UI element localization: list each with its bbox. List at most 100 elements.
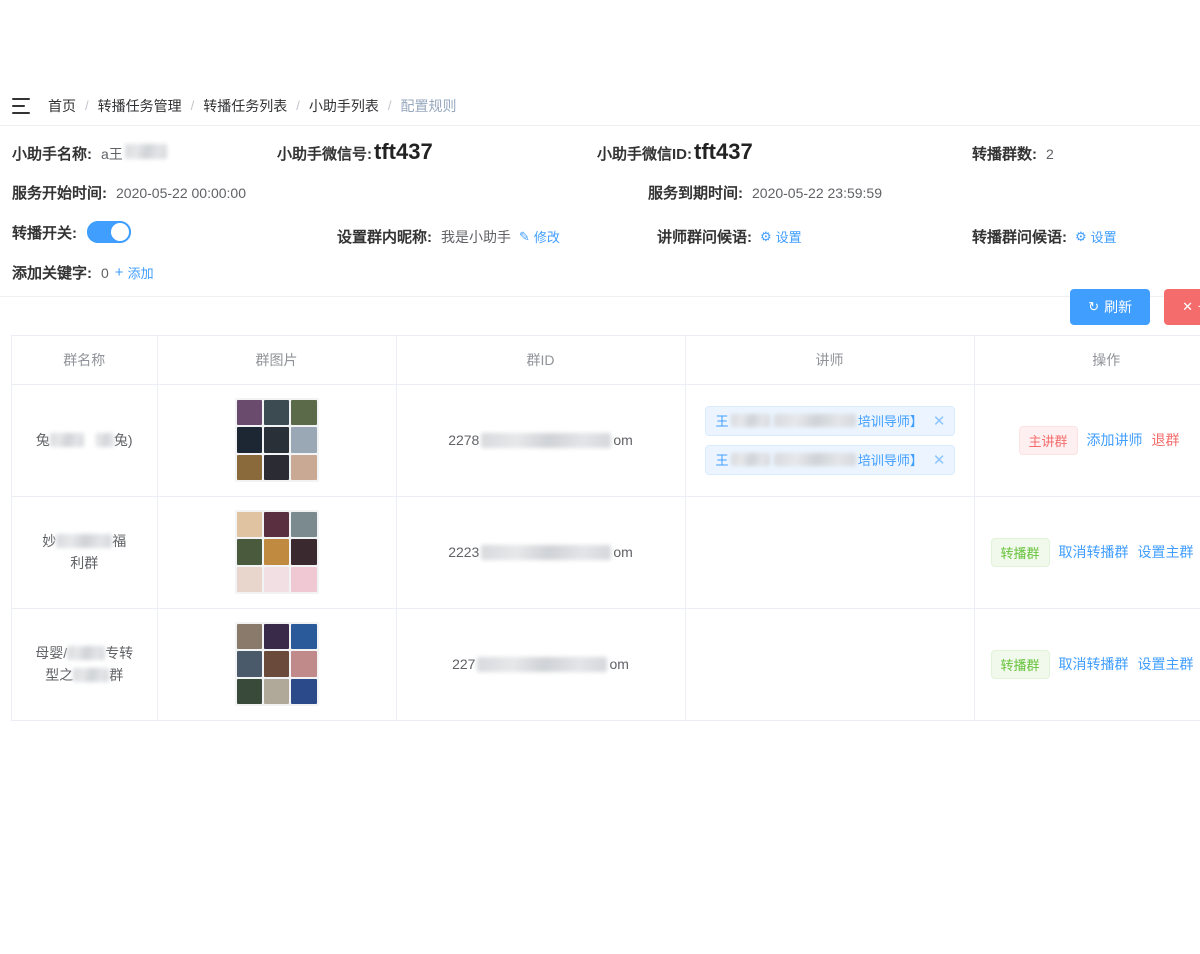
group-name-part: 利群 [70,555,99,571]
table-row: 母婴/专转 型之群 227 om 转播群 取消转播群 设置主群 [12,608,1200,721]
cell-group-name: 兔 兔) [12,384,158,497]
lecturer-tag[interactable]: 王 培训导师】 ✕ [704,405,955,436]
relay-greeting-setting-link[interactable]: 设置 [1091,227,1117,246]
cell-group-image [157,384,397,497]
group-id-suffix: om [613,432,633,448]
operations-group: 转播群 取消转播群 设置主群 [981,649,1200,679]
groups-table-wrapper: 群名称 群图片 群ID 讲师 操作 兔兔) 2278 om 王 培训导师】 ✕ … [11,335,1200,721]
group-avatar-grid [234,622,319,706]
cell-group-name: 母婴/专转 型之 群 [12,608,158,721]
set-main-group-link[interactable]: 设置主群 [1138,654,1194,674]
table-row: 妙福利群 2223 om 转播群 取消转播群 设置主群 [12,496,1200,609]
lecturer-tag-suffix: 培训导师】 [857,414,923,429]
add-lecturer-link[interactable]: 添加讲师 [1087,430,1143,450]
toolbar-actions: ↻ 刷新 ✕ 一键退 [1070,289,1200,325]
group-name-part: 型之 [45,667,74,683]
breadcrumb-separator: / [296,98,300,113]
group-avatar-grid [234,510,319,594]
breadcrumb: 首页 / 转播任务管理 / 转播任务列表 / 小助手列表 / 配置规则 [0,86,1200,126]
add-keyword-link[interactable]: 添加 [128,263,154,282]
set-main-group-link[interactable]: 设置主群 [1138,542,1194,562]
info-row-3: 转播开关: 设置群内昵称: 我是小助手 ✎ 修改 讲师群问候语: ⚙ 设置 转播… [12,220,1188,260]
wechat-number-label: 小助手微信号: [277,146,372,163]
breadcrumb-item-home[interactable]: 首页 [48,96,76,116]
field-service-end: 服务到期时间: 2020-05-22 23:59:59 [648,182,882,203]
gear-icon[interactable]: ⚙ [1075,229,1087,245]
cancel-relay-group-link[interactable]: 取消转播群 [1059,654,1129,674]
redacted-text [773,453,856,466]
wechat-number-value: tft437 [374,139,433,164]
group-name-part: 福 [112,533,127,549]
field-group-nickname: 设置群内昵称: 我是小助手 ✎ 修改 [337,226,560,247]
service-end-value: 2020-05-22 23:59:59 [752,185,882,201]
service-end-label: 服务到期时间: [648,185,743,202]
field-keywords: 添加关键字: 0 + 添加 [12,262,154,283]
leave-group-link[interactable]: 退群 [1152,430,1180,450]
lecturer-greeting-setting-link[interactable]: 设置 [776,227,802,246]
lecturer-tag[interactable]: 王 培训导师】 ✕ [704,444,955,475]
close-icon[interactable]: ✕ [933,412,946,430]
field-assistant-name: 小助手名称: a王 [12,143,167,164]
gear-icon[interactable]: ⚙ [760,229,772,245]
lecturer-greeting-label: 讲师群问候语: [657,229,752,246]
group-name-part: 兔 [35,432,50,448]
pencil-icon[interactable]: ✎ [519,229,530,245]
refresh-button-label: 刷新 [1104,299,1133,315]
field-service-start: 服务开始时间: 2020-05-22 00:00:00 [12,182,246,203]
group-name-part: 兔) [113,432,133,448]
relay-switch-toggle[interactable] [87,221,131,243]
assistant-info-panel: 小助手名称: a王 小助手微信号: tft437 小助手微信ID: tft437… [0,128,1200,297]
cell-group-image [157,496,397,609]
status-badge: 主讲群 [1018,425,1078,455]
lecturer-tag-list: 王培训导师】 ✕ 王培训导师】 ✕ [692,405,968,475]
column-header-lecturer: 讲师 [685,336,975,385]
group-nickname-label: 设置群内昵称: [337,229,432,246]
table-body: 兔 兔) 2278 om 王 培训导师】 ✕ 王 培训导师】 ✕ 主讲群 添加讲师… [12,384,1200,721]
group-id-suffix: om [613,544,633,560]
refresh-button[interactable]: ↻ 刷新 [1070,289,1151,325]
redacted-text [67,646,106,660]
cell-group-id: 2223 om [396,496,686,609]
assistant-name-value: a王 [101,146,123,162]
lecturer-tag-suffix: 培训导师】 [857,453,923,468]
breadcrumb-separator: / [190,98,195,113]
group-id-text: 2278 om [448,432,633,448]
breadcrumb-item-task-list[interactable]: 转播任务列表 [203,96,287,116]
group-id-text: 227 om [452,656,629,672]
column-header-group-image: 群图片 [157,336,397,385]
group-name-text: 兔 兔) [18,429,151,451]
service-start-label: 服务开始时间: [12,185,107,202]
close-x-icon: ✕ [1182,299,1193,314]
cell-group-id: 2278 om [396,384,686,497]
one-click-exit-button[interactable]: ✕ 一键退 [1164,289,1200,325]
redacted-text [49,433,84,447]
groups-table: 群名称 群图片 群ID 讲师 操作 兔兔) 2278 om 王 培训导师】 ✕ … [12,336,1200,721]
redacted-text [73,668,110,682]
redacted-group-id [481,544,612,560]
cell-group-id: 227 om [396,608,686,721]
group-name-part: 母婴/ [35,645,68,661]
field-relay-greeting: 转播群问候语: ⚙ 设置 [972,226,1117,247]
cancel-relay-group-link[interactable]: 取消转播群 [1059,542,1129,562]
edit-nickname-link[interactable]: 修改 [534,227,560,246]
hamburger-menu-icon[interactable] [12,97,30,114]
keyword-label: 添加关键字: [12,265,92,282]
field-lecturer-greeting: 讲师群问候语: ⚙ 设置 [657,226,802,247]
field-group-count: 转播群数: 2 [972,143,1054,164]
cell-operations: 转播群 取消转播群 设置主群 [974,608,1200,721]
breadcrumb-item-assistant-list[interactable]: 小助手列表 [309,96,379,116]
breadcrumb-item-task-manage[interactable]: 转播任务管理 [98,96,182,116]
plus-icon[interactable]: + [115,264,124,281]
info-row-4: 添加关键字: 0 + 添加 [12,260,1188,290]
redacted-group-id [477,656,608,672]
service-start-value: 2020-05-22 00:00:00 [116,185,246,201]
breadcrumb-separator: / [387,98,392,113]
cell-group-image [157,608,397,721]
close-icon[interactable]: ✕ [933,451,946,469]
redacted-text [730,414,770,427]
assistant-name-label: 小助手名称: [12,146,92,163]
group-name-part: 群 [109,667,124,683]
redacted-text [730,453,770,466]
redacted-assistant-name [124,144,167,159]
group-id-prefix: 2223 [448,544,480,560]
